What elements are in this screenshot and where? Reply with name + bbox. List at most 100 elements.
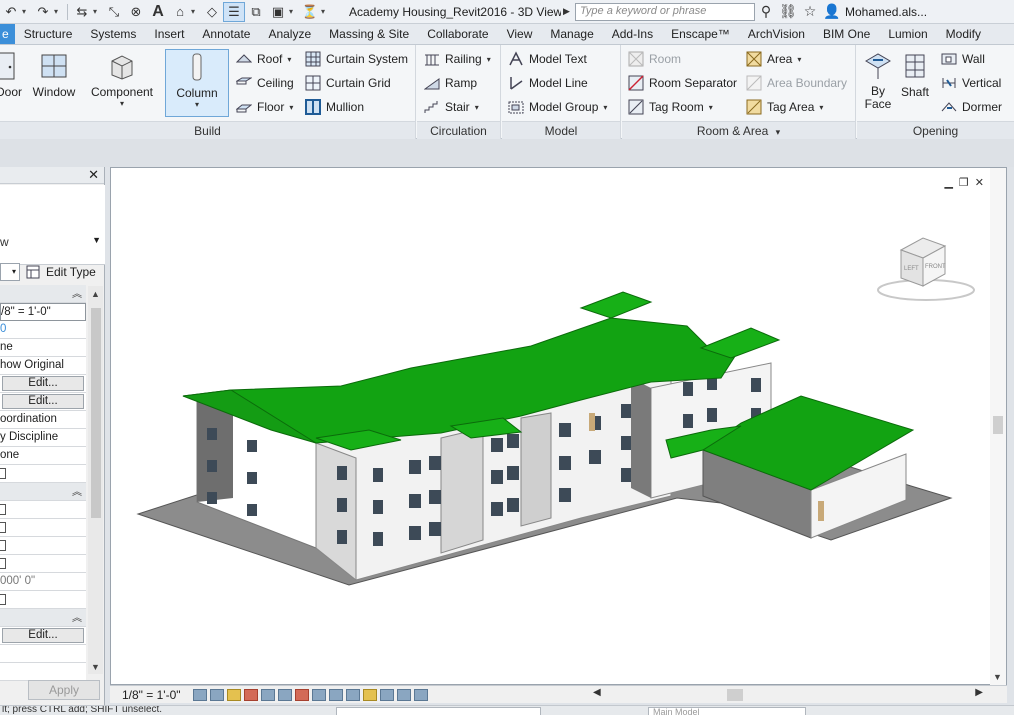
collapse-icon[interactable]: ︽ [72,610,82,626]
restore-icon[interactable]: ❐ [959,176,969,189]
instance-filter-dropdown[interactable]: ▾ [0,263,20,281]
show-crop-region-icon[interactable] [294,688,309,701]
tab-lumion[interactable]: Lumion [879,24,936,44]
type-selector[interactable]: w ▼ [0,185,105,265]
checkbox[interactable] [0,522,6,533]
mullion-button[interactable]: Mullion [305,96,364,118]
sun-path-icon[interactable] [226,688,241,701]
sun-path-row[interactable]: one [0,447,86,465]
stair-button[interactable]: Stair ▾ [424,96,479,118]
binoculars-icon[interactable]: ⚲ [755,3,777,20]
measure-dropdown-icon[interactable]: ▾ [93,7,103,16]
tag-area-button[interactable]: Tag Area ▾ [746,96,823,118]
tab-collaborate[interactable]: Collaborate [418,24,497,44]
stair-dropdown-icon[interactable]: ▾ [475,103,479,112]
tag-room-button[interactable]: Tag Room ▾ [628,96,713,118]
thin-lines-icon[interactable]: ☰ [223,1,245,22]
main-model-field[interactable]: Main Model [648,707,806,715]
extents-group-header[interactable]: ︽ [0,483,86,501]
view-horizontal-scrollbar[interactable]: ◀ ▶ [593,687,983,701]
redo-dropdown-icon[interactable]: ▾ [54,7,64,16]
roof-button[interactable]: Roof ▾ [236,48,291,70]
visual-style-icon[interactable] [209,688,224,701]
scroll-thumb[interactable] [91,308,101,518]
unlocked-3d-view-icon[interactable] [311,688,326,701]
tab-insert[interactable]: Insert [145,24,193,44]
highlight-displacement-icon[interactable] [396,688,411,701]
vertical-opening-button[interactable]: Vertical [941,72,1001,94]
rendering-edit-button[interactable]: Edit... [2,628,84,643]
tab-systems[interactable]: Systems [81,24,145,44]
scroll-down-icon[interactable]: ▼ [91,662,100,672]
measure-icon[interactable]: ⇆ [71,2,93,22]
3d-view-icon[interactable]: ⌂ [169,2,191,22]
model-line-button[interactable]: Model Line [508,72,588,94]
column-dropdown-icon[interactable]: ▾ [195,100,199,109]
close-icon[interactable]: ✕ [88,167,99,183]
star-icon[interactable]: ☆ [799,3,821,20]
ceiling-button[interactable]: Ceiling [236,72,294,94]
section-icon[interactable]: ◇ [201,2,223,22]
door-button[interactable]: Door [0,49,26,117]
rendering-icon[interactable] [260,688,275,701]
close-view-icon[interactable]: ✕ [975,176,984,189]
view-vertical-scrollbar[interactable]: ▼ [990,168,1006,686]
discipline-row[interactable]: oordination [0,411,86,429]
visibility-edit-button[interactable]: Edit... [2,376,84,391]
view-scale-field[interactable]: /8" = 1'-0" [0,303,86,321]
checkbox[interactable] [0,468,6,479]
search-input[interactable]: Type a keyword or phrase [575,2,755,21]
checkbox[interactable] [0,504,6,515]
scroll-down-icon[interactable]: ▼ [993,672,1002,682]
search-expand-icon[interactable]: ▶ [563,6,573,17]
collapse-icon[interactable]: ︽ [72,484,82,500]
tab-modify[interactable]: Modify [937,24,990,44]
detail-level-icon[interactable] [192,688,207,701]
ramp-button[interactable]: Ramp [424,72,477,94]
far-clip-offset-row[interactable]: 000' 0" [0,573,86,591]
curtain-system-button[interactable]: Curtain System [305,48,408,70]
customize-toolbar-icon[interactable]: ⏳ [299,2,321,22]
close-hidden-windows-icon[interactable]: ⧉ [245,2,267,22]
floor-dropdown-icon[interactable]: ▾ [289,103,293,112]
floor-button[interactable]: Floor ▾ [236,96,293,118]
checkbox[interactable] [0,594,6,605]
shaft-button[interactable]: Shaft [897,49,933,117]
analytical-model-icon[interactable] [379,688,394,701]
tab-architecture[interactable]: e [0,24,15,44]
room-button[interactable]: Room [628,48,681,70]
column-button[interactable]: Column ▾ [165,49,229,117]
switch-windows-icon[interactable]: ▣ [267,2,289,22]
graphics-group-header[interactable]: ︽ [0,285,86,303]
tab-add-ins[interactable]: Add-Ins [603,24,662,44]
roof-dropdown-icon[interactable]: ▾ [287,55,291,64]
room-separator-button[interactable]: Room Separator [628,72,737,94]
detail-level-row[interactable]: ne [0,339,86,357]
collapse-icon[interactable]: ︽ [72,286,82,302]
railing-dropdown-icon[interactable]: ▾ [487,55,491,64]
camera-group-header[interactable]: ︽ [0,609,86,627]
apply-button[interactable]: Apply [28,680,100,700]
area-button[interactable]: Area ▾ [746,48,801,70]
crop-view-icon[interactable] [277,688,292,701]
tag-room-dropdown-icon[interactable]: ▾ [709,103,713,112]
tab-view[interactable]: View [498,24,542,44]
area-dropdown-icon[interactable]: ▾ [797,55,801,64]
undo-dropdown-icon[interactable]: ▾ [22,7,32,16]
tab-enscape[interactable]: Enscape™ [662,24,739,44]
viewcube[interactable]: LEFT FRONT [871,230,981,305]
dormer-button[interactable]: Dormer [941,96,1002,118]
window-button[interactable]: Window [30,49,78,117]
temporary-hide-icon[interactable] [328,688,343,701]
tab-archvision[interactable]: ArchVision [739,24,814,44]
minimize-icon[interactable]: ▁ [944,176,952,189]
area-boundary-button[interactable]: Area Boundary [746,72,847,94]
aligned-dimension-icon[interactable]: ⤡ [103,2,125,22]
room-area-expand-icon[interactable]: ▾ [776,127,781,137]
reveal-hidden-icon[interactable] [345,688,360,701]
subscription-icon[interactable]: ⛓ [777,3,799,20]
workset-field[interactable] [336,707,541,715]
user-name[interactable]: Mohamed.als... [845,5,927,19]
scroll-thumb[interactable] [727,689,743,701]
show-hidden-lines-row[interactable]: y Discipline [0,429,86,447]
